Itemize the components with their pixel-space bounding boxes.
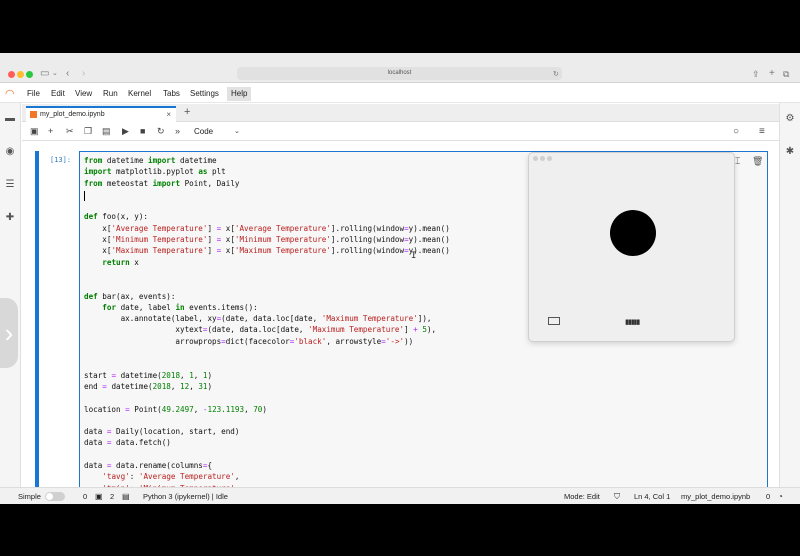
right-sidebar: ⚙ ✱ [779,103,800,491]
terminal-icon: ▣ [95,492,103,501]
menu-edit[interactable]: Edit [51,89,65,99]
run-icon[interactable]: ▶ [122,126,129,137]
menu-view[interactable]: View [75,89,92,99]
format-icon[interactable]: ⌶ [735,156,740,167]
fast-forward-icon[interactable]: » [175,126,180,137]
tab-title: my_plot_demo.ipynb [40,111,105,118]
editor-mode: Mode: Edit [564,492,600,501]
active-cell-marker [35,151,39,491]
insert-cell-icon[interactable]: + [48,126,53,137]
monitor-icon[interactable] [548,317,560,325]
screen: ▭ ⌄ ‹ › localhost ↻ ⇪ + ⧉ ◠ File Edit Vi… [0,53,800,504]
browser-chrome: ▭ ⌄ ‹ › localhost ↻ ⇪ + ⧉ [0,53,800,83]
cursor-position[interactable]: Ln 4, Col 1 [634,492,670,502]
notebook-icon [30,111,37,118]
minimize-light[interactable] [17,71,24,78]
chevron-down-icon[interactable]: ⌄ [52,68,58,80]
notebook-toolbar: ▣ + ✂ ❐ ▤ ▶ ■ ↻ » Code ⌄ ○ ≡ [22,122,779,141]
extension-icon[interactable]: ✚ [4,212,16,224]
new-tab-icon[interactable]: + [769,68,775,80]
stop-icon[interactable]: ■ [140,126,145,137]
folder-icon[interactable]: ▬ [4,113,16,125]
menu-help[interactable]: Help [227,87,252,101]
trusted-shield-icon: ⛉ [614,492,620,501]
back-icon[interactable]: ‹ [66,68,69,80]
float-minimize-icon[interactable] [540,156,545,161]
restart-icon[interactable]: ↻ [157,126,165,137]
kernels-count: 2 [110,492,115,501]
menu-settings[interactable]: Settings [190,89,219,99]
kernel-icon: ▤ [122,492,130,501]
address-bar[interactable]: localhost [237,67,562,80]
tab-overview-icon[interactable]: ⧉ [783,68,789,80]
sidebar-toggle-icon[interactable]: ▭ [40,68,49,80]
running-icon[interactable]: ◉ [4,146,16,158]
left-sidebar: ▬ ◉ ☰ ✚ [0,103,21,491]
notification-bell-icon[interactable]: ◔ [778,492,783,502]
menu-tabs[interactable]: Tabs [163,89,180,99]
float-close-icon[interactable] [533,156,538,161]
kernel-status-icon: ○ [733,126,740,137]
tab-notebook[interactable]: my_plot_demo.ipynb × [26,106,176,122]
close-light[interactable] [8,71,15,78]
zoom-light[interactable] [26,71,33,78]
text-cursor [84,191,85,201]
share-icon[interactable]: ⇪ [752,68,760,80]
copy-icon[interactable]: ❐ [84,126,92,137]
forward-icon[interactable]: › [82,68,85,80]
camera-preview-circle [610,210,656,256]
delete-cell-icon[interactable]: 🗑 [752,156,763,167]
cut-icon[interactable]: ✂ [66,126,74,137]
property-inspector-icon[interactable]: ⚙ [784,113,796,125]
terminals-count: 0 [83,492,88,501]
ibeam-cursor-icon: I [411,251,417,261]
notification-count: 0 [766,492,771,501]
status-bar: Simple 0 ▣ 2 ▤ Python 3 (ipykernel) | Id… [0,487,800,504]
debugger-icon[interactable]: ✱ [784,146,796,158]
paste-icon[interactable]: ▤ [102,126,111,137]
status-file-name: my_plot_demo.ipynb [681,492,751,501]
simple-mode-toggle[interactable] [45,492,65,501]
cell-prompt: [13]: [50,156,72,164]
save-icon[interactable]: ▣ [30,126,39,137]
code-content: from datetime import datetime import mat… [84,156,450,491]
float-zoom-icon[interactable] [547,156,552,161]
simple-mode-label: Simple [18,492,41,501]
jupyter-logo-icon: ◠ [5,88,15,100]
kernel-status[interactable]: Python 3 (ipykernel) | Idle [143,492,228,502]
floating-window[interactable]: ▮▮▮▮▮ [528,152,735,342]
add-tab-icon[interactable]: + [184,107,190,118]
toc-icon[interactable]: ☰ [4,179,16,191]
audio-level-icon: ▮▮▮▮▮ [625,319,640,326]
menu-file[interactable]: File [27,89,40,99]
tab-bar: my_plot_demo.ipynb × + [22,104,779,122]
tab-close-icon[interactable]: × [166,108,171,121]
chevron-down-icon[interactable]: ⌄ [234,126,240,137]
more-menu-icon[interactable]: ≡ [759,126,765,137]
cell-type-select[interactable]: Code [194,126,213,137]
menu-bar: ◠ File Edit View Run Kernel Tabs Setting… [0,84,800,103]
menu-run[interactable]: Run [103,89,118,99]
menu-kernel[interactable]: Kernel [128,89,151,99]
reload-icon[interactable]: ↻ [553,69,559,81]
expand-arrow-icon[interactable]: › [0,298,18,368]
